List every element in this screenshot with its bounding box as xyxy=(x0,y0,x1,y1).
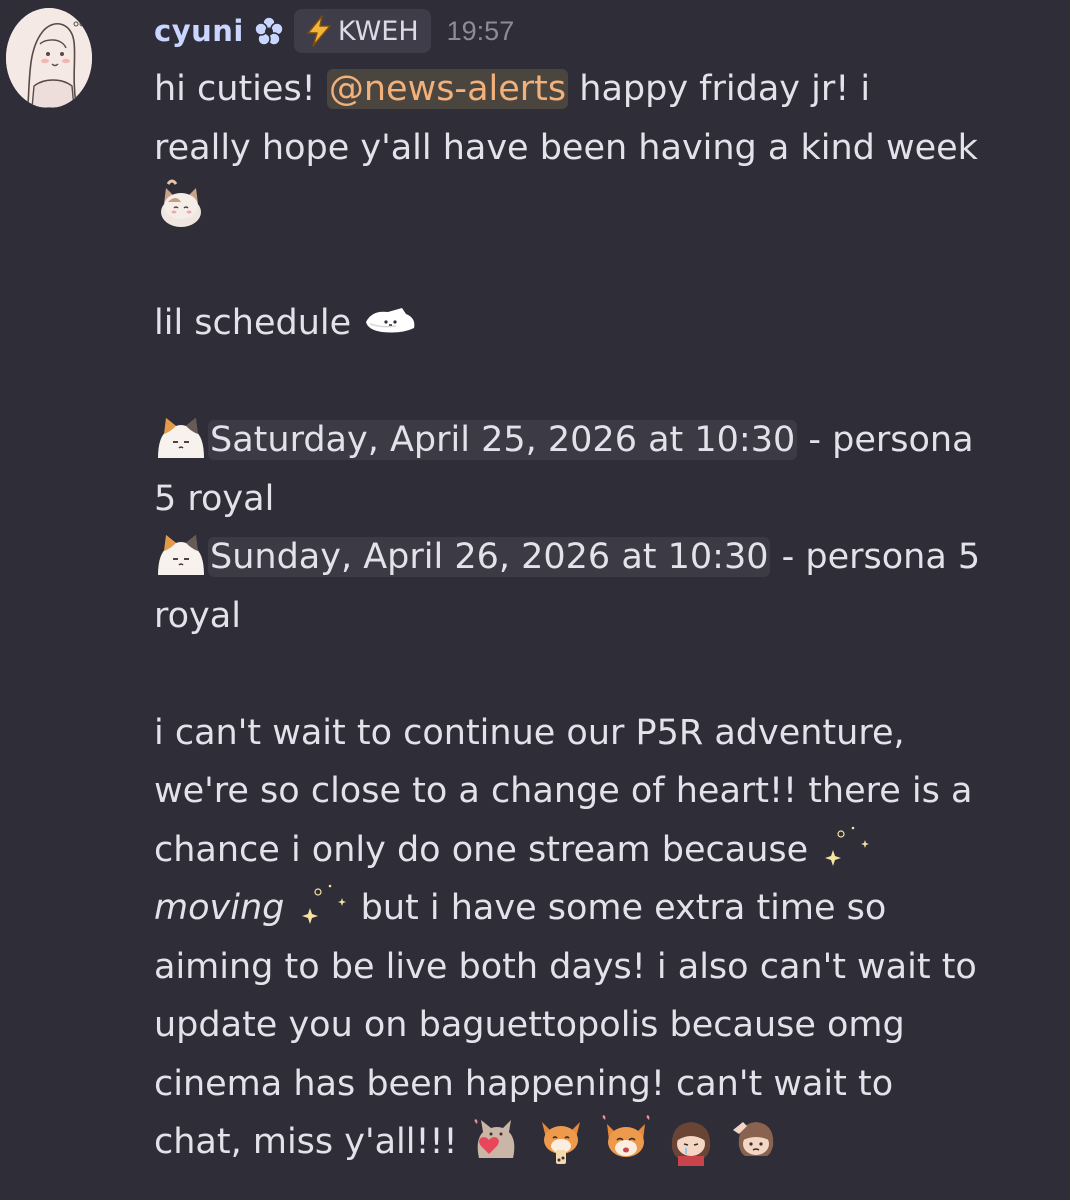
lightning-bolt-icon xyxy=(302,14,336,48)
text-span-italic: moving xyxy=(154,888,285,928)
girl-salute-emoji[interactable] xyxy=(729,1112,783,1166)
message-line: hi cuties! @news-alerts happy friday jr!… xyxy=(154,60,1054,119)
cat-wave-emoji[interactable] xyxy=(154,176,208,230)
text-span: - persona 5 xyxy=(781,537,981,577)
message-header: cyuni KWEH 19:57 xyxy=(154,6,514,56)
server-tag[interactable]: KWEH xyxy=(293,9,431,53)
sparkles-emoji[interactable] xyxy=(296,878,350,932)
text-span: lil schedule xyxy=(154,303,352,343)
message-line: 5 royal xyxy=(154,478,275,519)
schedule-timestamp[interactable]: Sunday, April 26, 2026 at 10:30 xyxy=(208,537,771,577)
text-span: - persona xyxy=(808,420,974,460)
message-line: cinema has been happening! can't wait to xyxy=(154,1063,894,1104)
message-line: moving but i have some extra time so xyxy=(154,879,1054,938)
message-content: hi cuties! @news-alerts happy friday jr!… xyxy=(154,60,1054,1172)
message-line xyxy=(154,177,1054,236)
flower-icon xyxy=(254,16,284,46)
message-line: chance i only do one stream because xyxy=(154,821,1054,880)
message-line: Saturday, April 25, 2026 at 10:30 - pers… xyxy=(154,411,1054,470)
calico-cat-emoji[interactable] xyxy=(154,527,208,581)
text-span: chat, miss y'all!!! xyxy=(154,1122,458,1162)
message-line: we're so close to a change of heart!! th… xyxy=(154,771,973,811)
message-line: Sunday, April 26, 2026 at 10:30 - person… xyxy=(154,528,1054,587)
fox-drink-emoji[interactable] xyxy=(534,1112,588,1166)
sleeping-cat-emoji[interactable] xyxy=(362,300,418,340)
fox-happy-emoji[interactable] xyxy=(599,1112,653,1166)
cat-heart-emoji[interactable] xyxy=(469,1112,523,1166)
mention-news-alerts[interactable]: @news-alerts xyxy=(326,69,569,109)
calico-cat-emoji[interactable] xyxy=(154,410,208,464)
girl-cry-emoji[interactable] xyxy=(664,1112,718,1166)
message-line: royal xyxy=(154,595,241,636)
message-line: aiming to be live both days! i also can'… xyxy=(154,946,977,987)
text-span: chance i only do one stream because xyxy=(154,829,809,870)
server-tag-label: KWEH xyxy=(337,15,419,47)
message-time[interactable]: 19:57 xyxy=(447,16,515,47)
message-line: really hope y'all have been having a kin… xyxy=(154,127,978,168)
text-span: happy friday jr! i xyxy=(579,69,871,109)
sparkles-emoji[interactable] xyxy=(819,820,873,874)
message-line: chat, miss y'all!!! xyxy=(154,1113,1054,1172)
text-span: but i have some extra time so xyxy=(360,888,887,928)
message-line: i can't wait to continue our P5R adventu… xyxy=(154,712,905,753)
message-line: lil schedule xyxy=(154,294,1054,353)
text-span: hi cuties! xyxy=(154,69,316,109)
message-line: update you on baguettopolis because omg xyxy=(154,1005,905,1045)
username[interactable]: cyuni xyxy=(154,14,244,48)
avatar[interactable] xyxy=(6,8,92,108)
schedule-timestamp[interactable]: Saturday, April 25, 2026 at 10:30 xyxy=(208,420,798,460)
chat-message: cyuni KWEH 19:57 hi cuties! @news-alerts… xyxy=(0,0,1070,1200)
